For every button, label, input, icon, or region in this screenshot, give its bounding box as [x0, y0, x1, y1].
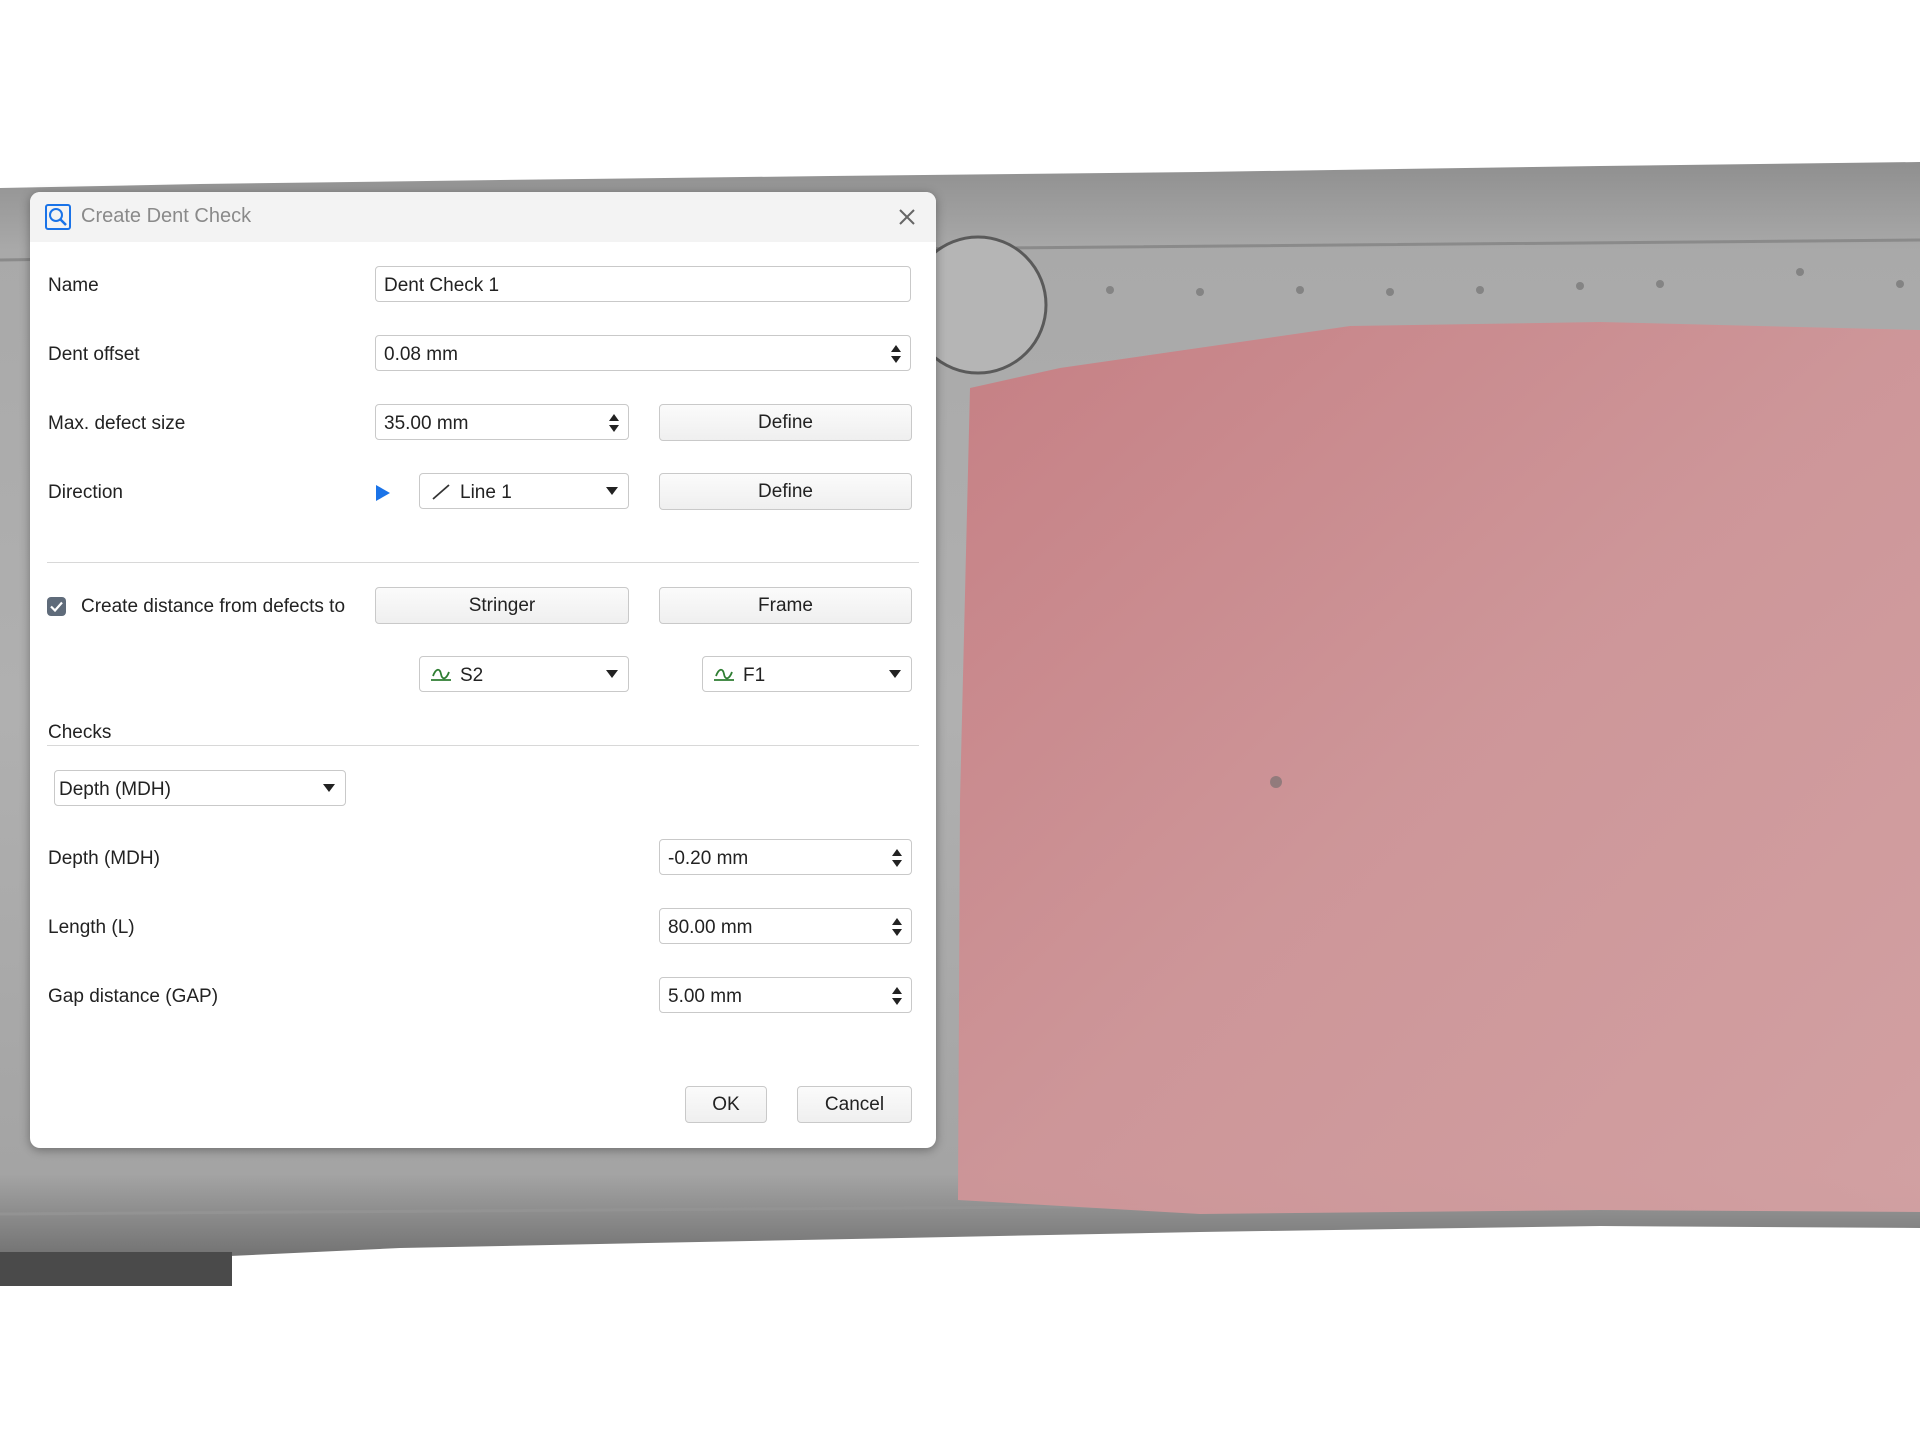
length-value: 80.00 mm: [668, 917, 753, 938]
checks-section-label: Checks: [48, 722, 112, 743]
frame-button[interactable]: Frame: [659, 587, 912, 624]
depth-spinbox[interactable]: -0.20 mm: [659, 839, 912, 875]
create-dent-check-dialog: Create Dent Check Name Dent Check 1 Dent…: [30, 192, 936, 1148]
cancel-button[interactable]: Cancel: [797, 1086, 912, 1123]
magnifier-icon: [45, 204, 71, 230]
gap-distance-value: 5.00 mm: [668, 986, 742, 1007]
curve-icon: [431, 668, 451, 681]
max-defect-size-value: 35.00 mm: [384, 413, 469, 434]
name-value: Dent Check 1: [384, 275, 500, 296]
dent-offset-spinbox[interactable]: 0.08 mm: [375, 335, 911, 371]
max-defect-size-spinbox[interactable]: 35.00 mm: [375, 404, 629, 440]
depth-label: Depth (MDH): [48, 848, 160, 869]
stringer-button[interactable]: Stringer: [375, 587, 629, 624]
dialog-titlebar: Create Dent Check: [30, 192, 936, 242]
ok-button[interactable]: OK: [685, 1086, 767, 1123]
gap-distance-label: Gap distance (GAP): [48, 986, 219, 1007]
direction-value: Line 1: [460, 482, 512, 503]
check-icon: [50, 601, 63, 612]
name-label: Name: [48, 275, 99, 296]
define-direction-button[interactable]: Define: [659, 473, 912, 510]
direction-dropdown[interactable]: Line 1: [419, 473, 629, 509]
spinner-arrows-icon[interactable]: [891, 984, 903, 1008]
play-arrow-icon[interactable]: [375, 484, 391, 502]
check-type-dropdown[interactable]: Depth (MDH): [54, 770, 346, 806]
divider: [47, 562, 919, 563]
dent-offset-value: 0.08 mm: [384, 344, 458, 365]
defect-highlight-region: [958, 322, 1920, 1214]
create-distance-checkbox[interactable]: [47, 597, 66, 616]
create-distance-label: Create distance from defects to: [81, 596, 346, 617]
dialog-title: Create Dent Check: [81, 205, 252, 227]
length-spinbox[interactable]: 80.00 mm: [659, 908, 912, 944]
spinner-arrows-icon[interactable]: [890, 342, 902, 366]
curve-icon: [714, 668, 734, 681]
gap-distance-spinbox[interactable]: 5.00 mm: [659, 977, 912, 1013]
direction-label: Direction: [48, 482, 123, 503]
divider: [47, 745, 919, 746]
stringer-dropdown[interactable]: S2: [419, 656, 629, 692]
dent-offset-label: Dent offset: [48, 344, 140, 365]
chevron-down-icon: [606, 670, 618, 678]
line-icon: [432, 484, 450, 500]
stringer-value: S2: [460, 665, 484, 686]
chevron-down-icon: [889, 670, 901, 678]
frame-value: F1: [743, 665, 766, 686]
spinner-arrows-icon[interactable]: [891, 846, 903, 870]
chevron-down-icon: [606, 487, 618, 495]
spinner-arrows-icon[interactable]: [608, 411, 620, 435]
length-label: Length (L): [48, 917, 135, 938]
name-input[interactable]: Dent Check 1: [375, 266, 911, 302]
chevron-down-icon: [323, 784, 335, 792]
define-max-defect-button[interactable]: Define: [659, 404, 912, 441]
max-defect-size-label: Max. defect size: [48, 413, 186, 434]
spinner-arrows-icon[interactable]: [891, 915, 903, 939]
check-type-value: Depth (MDH): [59, 779, 171, 800]
depth-value: -0.20 mm: [668, 848, 749, 869]
frame-dropdown[interactable]: F1: [702, 656, 912, 692]
close-icon[interactable]: [894, 204, 920, 230]
